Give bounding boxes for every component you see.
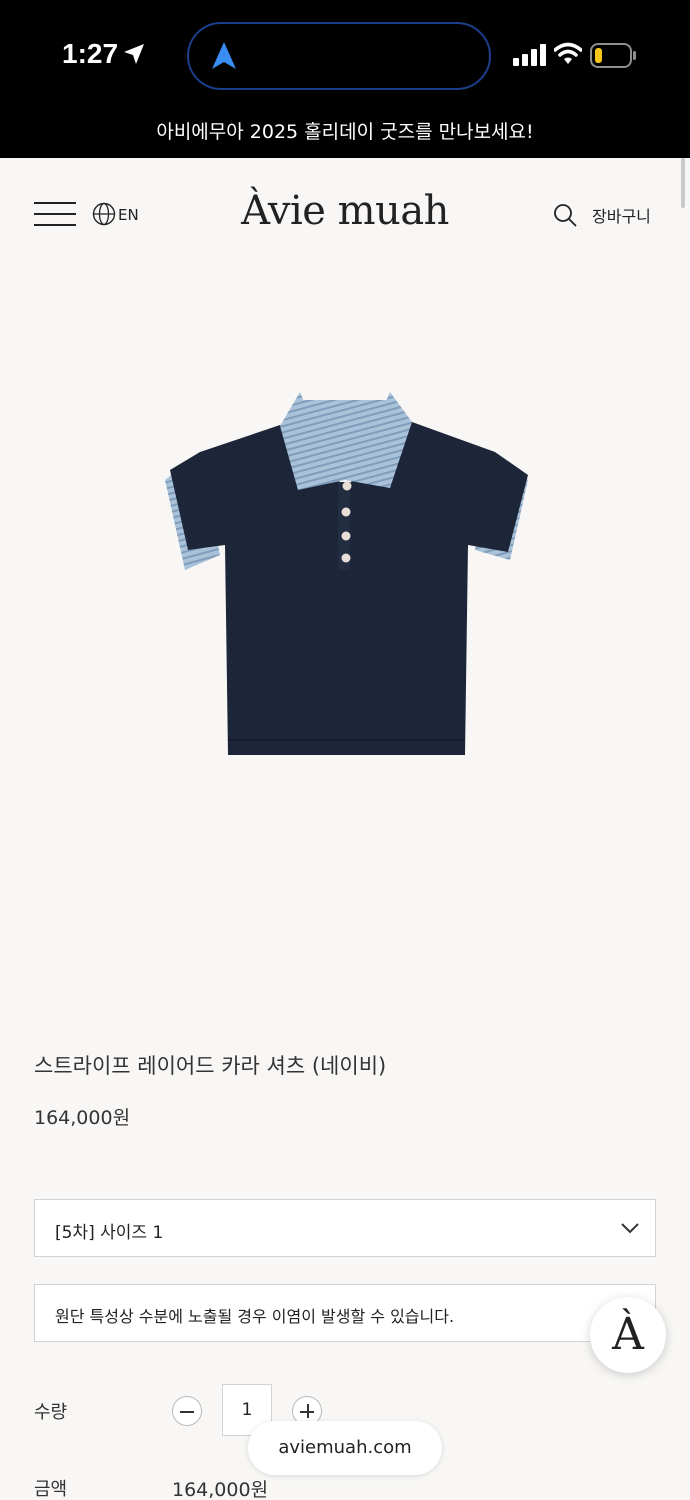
care-notice: 원단 특성상 수분에 노출될 경우 이염이 발생할 수 있습니다. [34, 1284, 656, 1342]
brand-chat-button[interactable]: À [590, 1297, 666, 1373]
product-image[interactable] [150, 380, 540, 780]
dynamic-island[interactable] [187, 22, 491, 90]
signal-icon [513, 44, 546, 66]
browser-url-bar[interactable]: aviemuah.com [248, 1421, 442, 1475]
product-price: 164,000원 [34, 1107, 131, 1129]
product-title: 스트라이프 레이어드 카라 셔츠 (네이비) [34, 1054, 387, 1078]
quantity-label: 수량 [34, 1402, 68, 1423]
option-selected-value: [5차] 사이즈 1 [55, 1223, 164, 1243]
search-icon[interactable] [553, 203, 577, 227]
status-bar: 1:27 [0, 0, 690, 112]
option-select[interactable]: [5차] 사이즈 1 [34, 1199, 656, 1257]
brand-logo[interactable]: Àvie muah [0, 188, 690, 234]
site-header: EN Àvie muah 장바구니 [0, 158, 690, 268]
maps-arrow-icon [212, 42, 236, 69]
scrollbar[interactable] [681, 158, 685, 208]
location-arrow-icon [124, 44, 144, 64]
cart-link[interactable]: 장바구니 [592, 203, 651, 227]
announcement-banner[interactable]: 아비에무아 2025 홀리데이 굿즈를 만나보세요! [0, 112, 690, 158]
care-notice-text: 원단 특성상 수분에 노출될 경우 이염이 발생할 수 있습니다. [55, 1307, 455, 1326]
battery-icon [590, 43, 636, 68]
wifi-icon [554, 42, 582, 64]
total-price: 164,000원 [172, 1479, 269, 1500]
chevron-down-icon [621, 1223, 639, 1234]
status-time: 1:27 [62, 38, 119, 69]
quantity-decrease-button[interactable] [172, 1396, 202, 1426]
total-label: 금액 [34, 1479, 68, 1500]
